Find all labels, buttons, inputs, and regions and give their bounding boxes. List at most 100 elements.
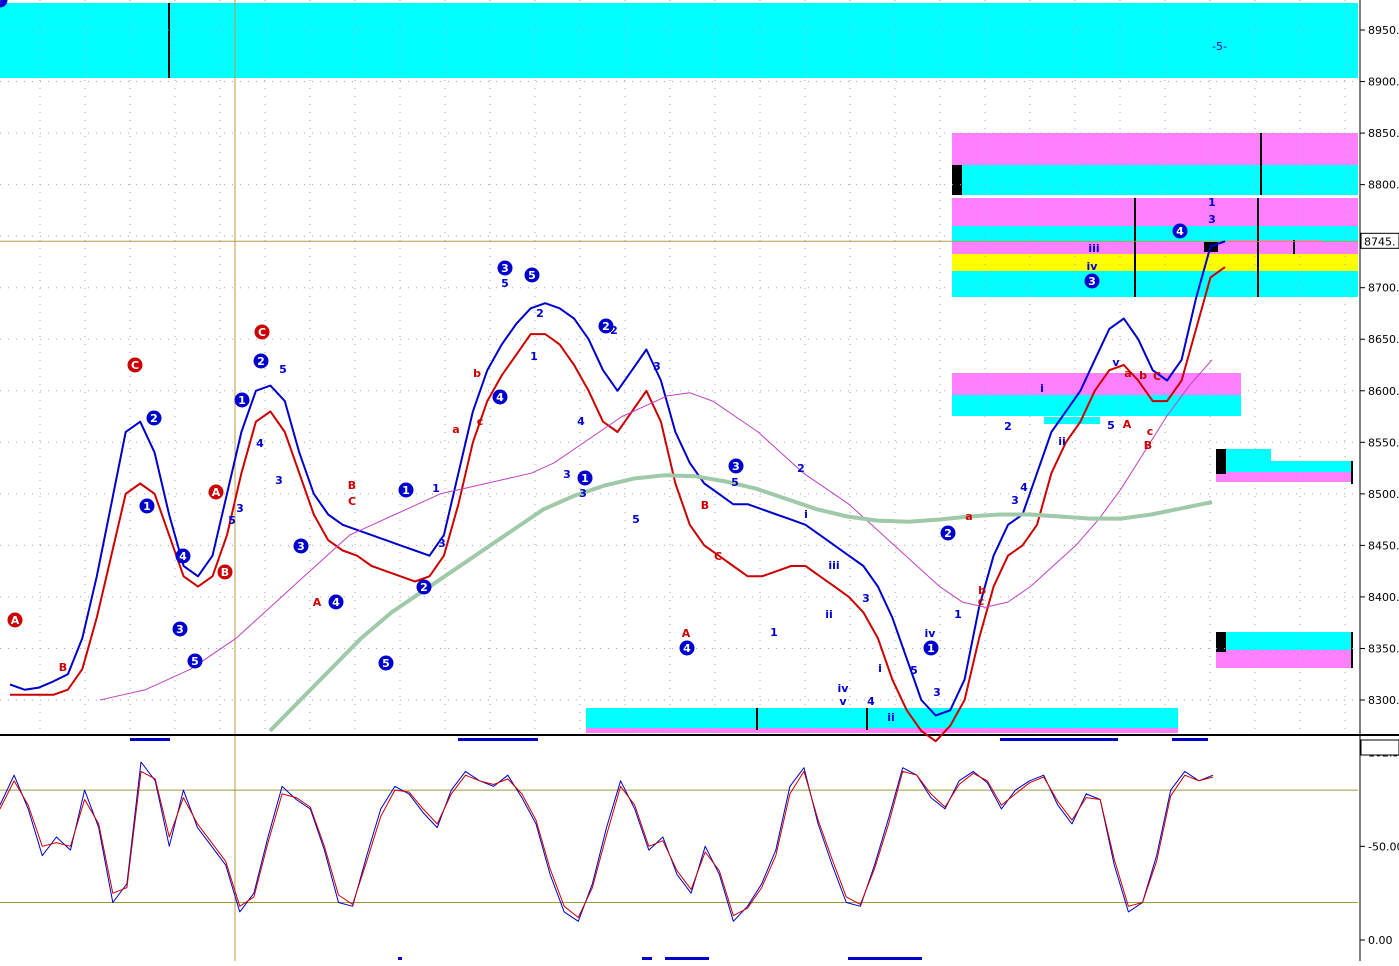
- wave-label-text: 2: [944, 527, 952, 540]
- wave-label-text: iii: [1088, 242, 1099, 255]
- target-zone: [952, 198, 1358, 226]
- wave-label-text: 3: [275, 474, 283, 487]
- wave-label: B: [217, 564, 233, 580]
- wave-label-text: i: [804, 508, 808, 521]
- wave-label-text: 1: [238, 394, 246, 407]
- wave-label-text: 3: [501, 262, 509, 275]
- wave-label-text: c: [978, 595, 985, 608]
- wave-label-text: a: [452, 423, 459, 436]
- wave-label: 5: [1107, 419, 1115, 432]
- wave-label-text: 3: [176, 623, 184, 636]
- wave-label-text: 5: [1107, 419, 1115, 432]
- wave-label-text: ii: [1058, 435, 1066, 448]
- wave-label-text: C: [1153, 370, 1161, 383]
- target-zone: [586, 728, 1178, 733]
- timing-dash: [665, 957, 709, 960]
- wave-label: 3: [579, 487, 587, 500]
- wave-label-text: A: [212, 486, 221, 499]
- wave-label-text: 3: [563, 468, 571, 481]
- wave-label: a: [965, 510, 972, 523]
- wave-label-text: 5: [191, 655, 199, 668]
- wave-label-text: 3: [1208, 213, 1216, 226]
- wave-label: A: [208, 484, 224, 500]
- wave-label: 4: [492, 389, 508, 405]
- wave-label-text: 2: [150, 412, 158, 425]
- target-zone: [952, 271, 1358, 297]
- wave-label: 1: [770, 626, 778, 639]
- wave-label-text: 3: [862, 592, 870, 605]
- wave-label: 2: [253, 353, 269, 369]
- wave-label-text: 2: [602, 320, 610, 333]
- wave-label: 5: [378, 655, 394, 671]
- y-tick-label: 8300.: [1368, 694, 1399, 707]
- y-tick-label: 8550.: [1368, 436, 1399, 449]
- wave-label: A: [682, 627, 691, 640]
- wave-label: b: [1139, 369, 1147, 382]
- wave-label: c: [477, 415, 484, 428]
- wave-label-text: A: [11, 614, 20, 627]
- osc-y-tick-label: 0.00: [1368, 934, 1393, 947]
- wave-label: 4: [577, 415, 585, 428]
- wave-label-text: 5: [501, 277, 509, 290]
- wave-label-text: 3: [1088, 275, 1096, 288]
- wave-label-text: 3: [732, 460, 740, 473]
- y-tick-label: 8700.: [1368, 282, 1399, 295]
- top-marker-text: -5-: [1212, 40, 1227, 53]
- target-zone: [952, 165, 1358, 195]
- wave-label: 1: [234, 392, 250, 408]
- wave-label: iii: [1088, 242, 1099, 255]
- wave-label: 3: [172, 621, 188, 637]
- wave-label: c: [978, 595, 985, 608]
- wave-label-text: 4: [1020, 481, 1028, 494]
- wave-label: a: [1124, 367, 1131, 380]
- wave-label: 1: [1208, 196, 1216, 209]
- zone-block: [952, 165, 962, 195]
- wave-label: A: [7, 612, 23, 628]
- chart-canvas[interactable]: ABC21435BAC53214353ABC451213abc4355212 24…: [0, 0, 1399, 961]
- wave-label: iv: [1087, 260, 1099, 273]
- y-tick-label: 8500.: [1368, 488, 1399, 501]
- target-zone: [952, 395, 1241, 416]
- wave-label: 3: [563, 468, 571, 481]
- wave-label-text: C: [258, 326, 266, 339]
- wave-label: b: [473, 367, 481, 380]
- wave-label-text: 1: [143, 500, 151, 513]
- wave-label-text: a: [965, 510, 972, 523]
- wave-label-text: 1: [402, 484, 410, 497]
- wave-label-text: i: [878, 662, 882, 675]
- timing-dash: [398, 957, 402, 960]
- wave-label: 3: [933, 686, 941, 699]
- timing-dash: [458, 738, 538, 741]
- y-tick-label: 8850.: [1368, 127, 1399, 140]
- wave-label-text: 2: [610, 324, 618, 337]
- wave-label: 2: [146, 410, 162, 426]
- wave-label-text: 3: [579, 487, 587, 500]
- wave-label-text: 1: [927, 642, 935, 655]
- wave-label: a: [452, 423, 459, 436]
- wave-label: 5: [501, 277, 509, 290]
- target-zone: [0, 3, 1358, 78]
- current-price-label: 8745.: [1364, 235, 1396, 248]
- wave-label-text: 4: [1176, 225, 1184, 238]
- wave-label-text: 3: [1011, 494, 1019, 507]
- wave-label: C: [348, 495, 356, 508]
- wave-label: 3: [275, 474, 283, 487]
- wave-label-text: 3: [933, 686, 941, 699]
- wave-label: 4: [1020, 481, 1028, 494]
- wave-label-text: 5: [228, 514, 236, 527]
- wave-label-text: 1: [954, 608, 962, 621]
- wave-label-text: 5: [0, 0, 4, 7]
- y-tick-label: 8350.: [1368, 642, 1399, 655]
- target-zone: [1216, 650, 1352, 668]
- wave-label: 2: [940, 525, 956, 541]
- elliott-wave-chart[interactable]: ABC21435BAC53214353ABC451213abc435521224…: [0, 0, 1399, 961]
- wave-label: 5: [632, 513, 640, 526]
- wave-label: 5: [910, 664, 918, 677]
- wave-label: iv: [838, 682, 850, 695]
- wave-label: 3: [728, 458, 744, 474]
- wave-label: 2: [610, 324, 618, 337]
- wave-label-text: iv: [925, 627, 937, 640]
- wave-label-text: a: [1124, 367, 1131, 380]
- wave-label-text: 4: [867, 695, 875, 708]
- wave-label-text: 5: [910, 664, 918, 677]
